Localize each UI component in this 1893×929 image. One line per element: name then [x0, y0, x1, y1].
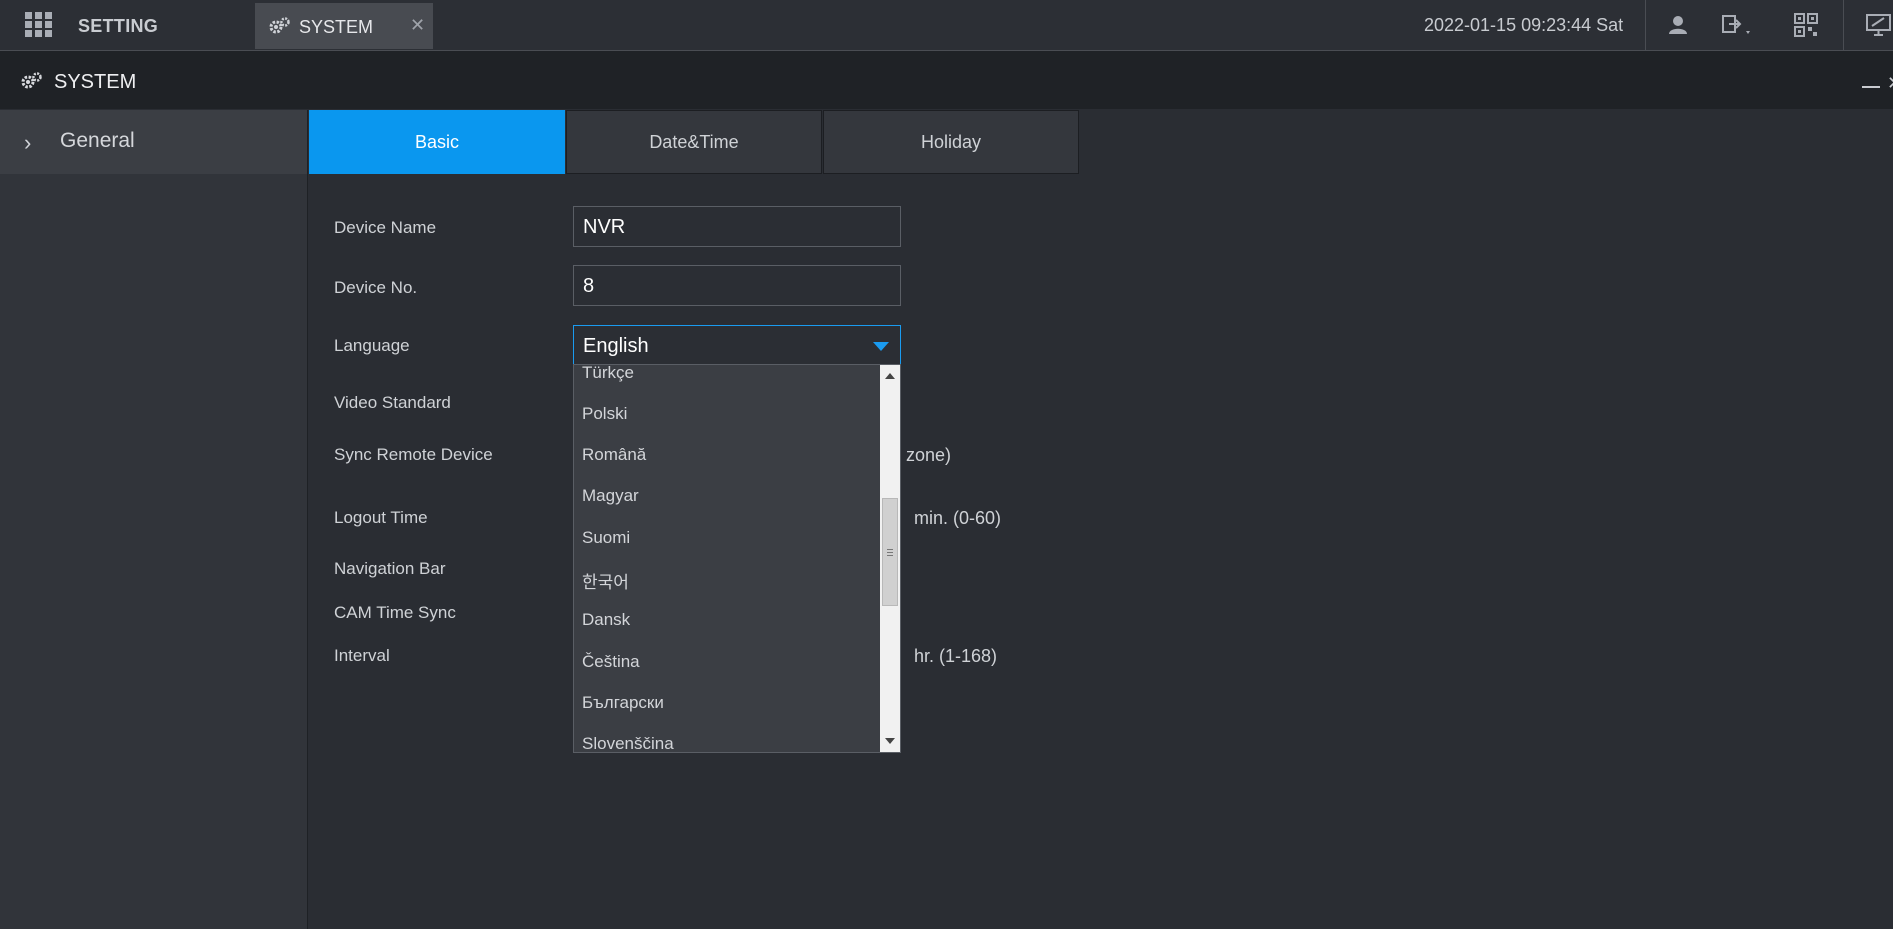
- logout-icon[interactable]: [1720, 12, 1756, 38]
- language-option[interactable]: Dansk: [582, 610, 630, 630]
- sync-remote-device-label: Sync Remote Device: [334, 445, 493, 464]
- language-option[interactable]: Türkçe: [582, 365, 634, 383]
- dropdown-scrollbar[interactable]: [880, 365, 900, 752]
- close-tab-icon[interactable]: ✕: [410, 15, 425, 36]
- navigation-bar-label: Navigation Bar: [334, 559, 446, 578]
- divider: [1843, 0, 1844, 50]
- language-option[interactable]: Čeština: [582, 652, 640, 672]
- sidebar-item-label: General: [60, 129, 135, 152]
- system-datetime: 2022-01-15 09:23:44 Sat: [1424, 15, 1624, 35]
- language-option[interactable]: Magyar: [582, 486, 639, 506]
- interval-label: Interval: [334, 646, 390, 665]
- minimize-icon[interactable]: [1862, 86, 1880, 88]
- setting-label[interactable]: SETTING: [78, 16, 158, 37]
- language-dropdown-list[interactable]: Türkçe Polski Română Magyar Suomi 한국어 Da…: [573, 364, 901, 753]
- language-option[interactable]: Slovenščina: [582, 734, 674, 752]
- language-label: Language: [334, 336, 410, 355]
- language-option[interactable]: Polski: [582, 404, 627, 424]
- sidebar-item-general[interactable]: › General: [0, 110, 307, 174]
- device-no-label: Device No.: [334, 278, 418, 297]
- tab-system[interactable]: SYSTEM ✕: [255, 3, 433, 49]
- language-option[interactable]: Română: [582, 445, 646, 465]
- divider: [1645, 0, 1646, 50]
- tab-system-label: SYSTEM: [299, 17, 374, 37]
- tab-date-time[interactable]: Date&Time: [566, 110, 822, 174]
- grid-menu-icon[interactable]: [25, 12, 53, 38]
- dropdown-arrow-icon: [873, 342, 889, 351]
- tab-holiday[interactable]: Holiday: [823, 110, 1079, 174]
- close-icon[interactable]: ✕: [1887, 73, 1893, 94]
- gear-icon: [269, 17, 290, 34]
- monitor-icon[interactable]: [1864, 12, 1893, 38]
- qrcode-icon[interactable]: [1793, 12, 1819, 38]
- language-selected-value: English: [583, 335, 649, 357]
- language-option[interactable]: 한국어: [582, 568, 629, 593]
- sync-remote-device-suffix: zone): [906, 445, 952, 465]
- gear-icon: [21, 72, 42, 89]
- chevron-right-icon: ›: [24, 130, 32, 155]
- language-option[interactable]: Български: [582, 693, 664, 713]
- top-bar: SETTING SYSTEM ✕ 2022-01-15 09:23:44 Sat: [0, 0, 1893, 51]
- cam-time-sync-label: CAM Time Sync: [334, 603, 456, 622]
- scroll-thumb[interactable]: [882, 498, 898, 606]
- system-title-bar: SYSTEM ✕: [0, 51, 1893, 109]
- sidebar: › General: [0, 110, 308, 929]
- device-name-label: Device Name: [334, 218, 437, 237]
- device-name-field[interactable]: NVR: [573, 206, 901, 247]
- scroll-up-arrow-icon[interactable]: [885, 373, 895, 379]
- tab-basic[interactable]: Basic: [309, 110, 565, 174]
- video-standard-label: Video Standard: [334, 393, 451, 412]
- logout-time-label: Logout Time: [334, 508, 428, 527]
- language-option[interactable]: Suomi: [582, 528, 630, 548]
- logout-time-unit: min. (0-60): [914, 508, 1002, 528]
- user-icon[interactable]: [1665, 12, 1691, 38]
- interval-unit: hr. (1-168): [914, 646, 998, 666]
- scroll-down-arrow-icon[interactable]: [885, 738, 895, 744]
- page-title: SYSTEM: [54, 71, 137, 93]
- language-select[interactable]: English: [573, 325, 901, 366]
- device-no-field[interactable]: 8: [573, 265, 901, 306]
